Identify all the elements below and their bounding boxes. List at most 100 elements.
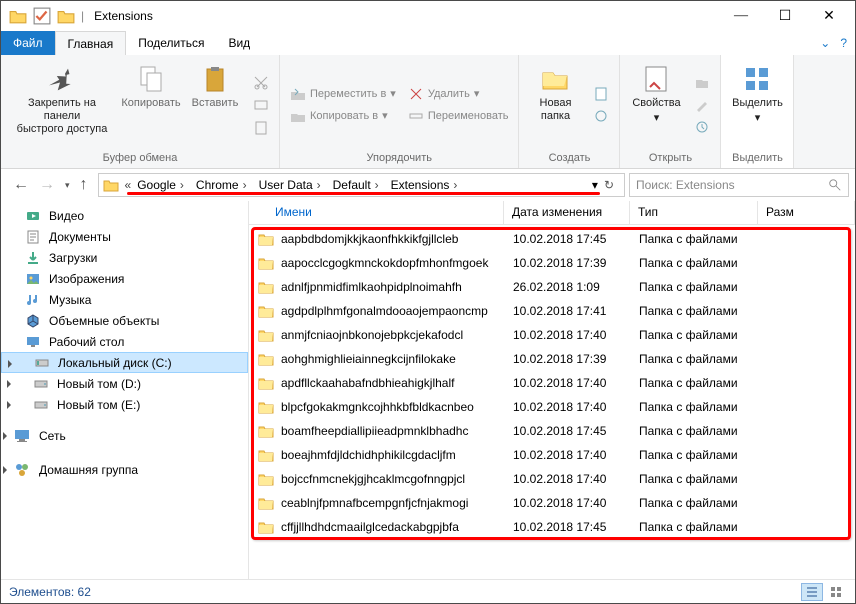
breadcrumb-overflow[interactable]: « [123, 178, 134, 192]
delete-button[interactable]: Удалить ▾ [404, 83, 513, 105]
refresh-button[interactable]: ↻ [598, 178, 620, 192]
file-type: Папка с файлами [635, 472, 763, 486]
nav-drive[interactable]: Новый том (E:) [1, 394, 248, 415]
table-row[interactable]: boamfheepdiallipiieadpmnklbhadhc10.02.20… [251, 419, 853, 443]
file-pane: Имени Дата изменения Тип Разм aapbdbdomj… [249, 201, 855, 579]
newfolder-button[interactable]: Новая папка [525, 59, 585, 150]
table-row[interactable]: bojccfnmcnekjgjhcaklmcgofnngpjcl10.02.20… [251, 467, 853, 491]
breadcrumb-segment[interactable]: User Data [255, 178, 329, 192]
tab-share[interactable]: Поделиться [126, 31, 216, 55]
copy-button[interactable]: Копировать [121, 59, 181, 150]
network-icon [13, 427, 31, 445]
table-row[interactable]: agdpdlplhmfgonalmdooaojempaoncmp10.02.20… [251, 299, 853, 323]
paste-button[interactable]: Вставить [185, 59, 245, 150]
file-type: Папка с файлами [635, 232, 763, 246]
chevron-down-icon[interactable]: ⌄ [820, 36, 830, 50]
nav-homegroup[interactable]: Домашняя группа [1, 457, 248, 483]
nav-item[interactable]: Рабочий стол [1, 331, 248, 352]
nav-network[interactable]: Сеть [1, 423, 248, 449]
pin-button[interactable]: Закрепить на панели быстрого доступа [7, 59, 117, 150]
column-name[interactable]: Имени [249, 201, 504, 224]
details-view-button[interactable] [801, 583, 823, 601]
folder-icon [257, 518, 275, 536]
nav-item[interactable]: Документы [1, 226, 248, 247]
group-clipboard: Закрепить на панели быстрого доступа Коп… [1, 55, 280, 168]
tab-file[interactable]: Файл [1, 31, 55, 55]
column-type[interactable]: Тип [630, 201, 758, 224]
folder-icon [103, 177, 119, 193]
table-row[interactable]: aohghmighlieiainnegkcijnfilokake10.02.20… [251, 347, 853, 371]
group-select: Выделить ▾ Выделить [721, 55, 794, 168]
table-row[interactable]: anmjfcniaojnbkonojebpkcjekafodcl10.02.20… [251, 323, 853, 347]
file-date: 26.02.2018 1:09 [509, 280, 635, 294]
hdd-icon [33, 376, 49, 392]
folder-icon [257, 350, 275, 368]
select-button[interactable]: Выделить ▾ [727, 59, 787, 150]
file-name: aapbdbdomjkkjkaonfhkkikfgjllcleb [281, 232, 509, 246]
table-row[interactable]: ceablnjfpmnafbcempgnfjcfnjakmogi10.02.20… [251, 491, 853, 515]
copy-path-button[interactable] [249, 94, 273, 116]
ribbon: Закрепить на панели быстрого доступа Коп… [1, 55, 855, 169]
new-item-button[interactable] [589, 83, 613, 105]
breadcrumb-segment[interactable]: Extensions [387, 178, 466, 192]
table-row[interactable]: aapocclcgogkmnckokdopfmhonfmgoek10.02.20… [251, 251, 853, 275]
history-button[interactable] [690, 116, 714, 138]
nav-drive[interactable]: Локальный диск (C:) [1, 352, 248, 373]
cut-button[interactable] [249, 72, 273, 94]
nav-item[interactable]: Музыка [1, 289, 248, 310]
breadcrumb-segment[interactable]: Default [329, 178, 387, 192]
rename-button[interactable]: Переименовать [404, 105, 513, 127]
up-button[interactable]: ↑ [80, 176, 88, 194]
file-name: aohghmighlieiainnegkcijnfilokake [281, 352, 509, 366]
large-icons-view-button[interactable] [825, 583, 847, 601]
forward-button[interactable]: → [39, 176, 55, 194]
easy-access-icon [593, 108, 609, 124]
tab-view[interactable]: Вид [216, 31, 262, 55]
group-open-label: Открыть [649, 150, 692, 166]
cut-icon [253, 75, 269, 91]
folder-icon [9, 7, 27, 25]
close-button[interactable]: ✕ [807, 1, 851, 31]
folder-icon [257, 494, 275, 512]
navigation-pane: ВидеоДокументыЗагрузкиИзображенияМузыкаО… [1, 201, 249, 579]
nav-item[interactable]: Объемные объекты [1, 310, 248, 331]
file-date: 10.02.2018 17:40 [509, 448, 635, 462]
open-button[interactable] [690, 72, 714, 94]
table-row[interactable]: cffjjllhdhdcmaailglcedackabgpjbfa10.02.2… [251, 515, 853, 539]
folder-icon [257, 254, 275, 272]
table-row[interactable]: blpcfgokakmgnkcojhhkbfbldkacnbeo10.02.20… [251, 395, 853, 419]
tab-home[interactable]: Главная [55, 31, 127, 55]
maximize-button[interactable]: ☐ [763, 1, 807, 31]
search-input[interactable]: Поиск: Extensions [629, 173, 849, 197]
easy-access-button[interactable] [589, 105, 613, 127]
table-row[interactable]: boeajhmfdjldchidhphikilcgdacljfm10.02.20… [251, 443, 853, 467]
new-item-icon [593, 86, 609, 102]
breadcrumb-segment[interactable]: Chrome [192, 178, 255, 192]
table-row[interactable]: aapbdbdomjkkjkaonfhkkikfgjllcleb10.02.20… [251, 227, 853, 251]
recent-dropdown[interactable]: ▾ [65, 180, 70, 191]
minimize-button[interactable]: — [719, 1, 763, 31]
nav-drive[interactable]: Новый том (D:) [1, 373, 248, 394]
column-size[interactable]: Разм [758, 201, 855, 224]
column-date[interactable]: Дата изменения [504, 201, 630, 224]
breadcrumb[interactable]: « GoogleChromeUser DataDefaultExtensions… [98, 173, 625, 197]
copyto-button[interactable]: Копировать в ▾ [286, 105, 400, 127]
file-list: aapbdbdomjkkjkaonfhkkikfgjllcleb 10.02.20… [249, 225, 855, 579]
breadcrumb-segment[interactable]: Google [133, 178, 192, 192]
nav-item[interactable]: Загрузки [1, 247, 248, 268]
edit-button[interactable] [690, 94, 714, 116]
file-type: Папка с файлами [635, 424, 763, 438]
help-icon[interactable]: ? [840, 36, 847, 50]
moveto-icon [290, 86, 306, 102]
nav-item[interactable]: Видео [1, 205, 248, 226]
search-label: Поиск: Extensions [636, 178, 735, 192]
folder-icon-2 [57, 7, 75, 25]
file-date: 10.02.2018 17:40 [509, 496, 635, 510]
moveto-button[interactable]: Переместить в ▾ [286, 83, 400, 105]
paste-shortcut-button[interactable] [249, 116, 273, 138]
back-button[interactable]: ← [13, 176, 29, 194]
table-row[interactable]: adnlfjpnmidfimlkaohpidplnoimahfh26.02.20… [251, 275, 853, 299]
properties-button[interactable]: Свойства ▾ [626, 59, 686, 150]
table-row[interactable]: apdfllckaahabafndbhieahigkjlhalf10.02.20… [251, 371, 853, 395]
nav-item[interactable]: Изображения [1, 268, 248, 289]
